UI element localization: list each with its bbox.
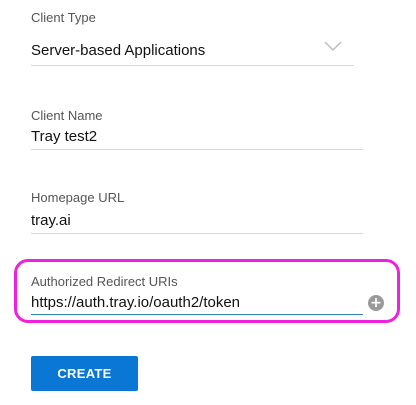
redirect-uri-underline [31, 314, 363, 315]
client-type-label: Client Type [31, 10, 96, 25]
plus-circle-icon[interactable]: + [368, 295, 384, 311]
client-name-label: Client Name [31, 108, 103, 123]
redirect-uri-input[interactable]: https://auth.tray.io/oauth2/token [31, 294, 240, 311]
chevron-down-icon[interactable] [324, 40, 342, 52]
redirect-uris-label: Authorized Redirect URIs [31, 274, 178, 289]
client-name-underline [31, 149, 363, 150]
oauth-client-form: Client Type Server-based Applications Cl… [0, 0, 416, 405]
homepage-url-underline [31, 233, 363, 234]
homepage-url-label: Homepage URL [31, 190, 125, 205]
create-button[interactable]: CREATE [31, 356, 138, 391]
homepage-url-input[interactable]: tray.ai [31, 212, 71, 229]
client-type-underline [31, 65, 354, 66]
client-name-input[interactable]: Tray test2 [31, 128, 97, 145]
client-type-select[interactable]: Server-based Applications [31, 42, 205, 59]
